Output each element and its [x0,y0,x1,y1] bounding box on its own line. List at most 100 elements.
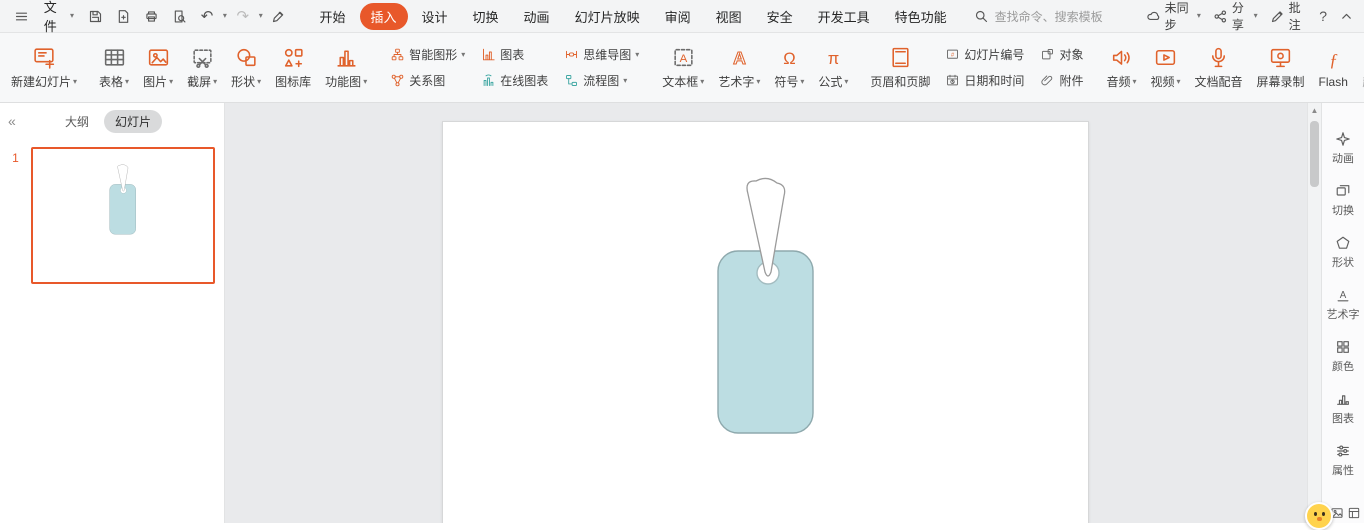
screen-record-button[interactable]: 屏幕录制 [1250,35,1312,100]
screenshot-icon [190,45,215,70]
flash-button[interactable]: ƒ Flash [1312,35,1355,100]
tag-shape-drawing[interactable] [443,122,1090,523]
audio-button[interactable]: 音频▾ [1099,35,1143,100]
format-painter-icon[interactable] [267,4,291,28]
sliders-icon [1335,443,1351,459]
icon-library-button[interactable]: 图标库 [268,35,318,100]
tab-developer-tools[interactable]: 开发工具 [807,3,881,30]
hamburger-menu-icon[interactable] [10,4,34,28]
object-icon [1040,47,1055,62]
share-button[interactable]: 分享 ▾ [1213,0,1258,33]
attachment-button[interactable]: 附件 [1037,71,1086,90]
picture-button[interactable]: 图片▾ [136,35,180,100]
chevron-up-icon [1339,9,1354,24]
sync-status-button[interactable]: 未同步 ▾ [1146,0,1201,33]
command-search-input[interactable]: 查找命令、搜索模板 [974,8,1142,25]
sidebar-item-color[interactable]: 颜色 [1332,339,1354,374]
editor-canvas[interactable]: ▲ [225,103,1321,523]
sidebar-item-transition[interactable]: 切换 [1332,183,1354,218]
mascot-eye [1322,512,1325,516]
screenshot-button[interactable]: 截屏▾ [180,35,224,100]
ribbon-column: 对象 附件 [1032,35,1091,100]
text-box-button[interactable]: A 文本框▾ [655,35,711,100]
doc-dubbing-button[interactable]: 文档配音 [1188,35,1250,100]
chevron-down-icon: ▾ [73,78,77,86]
text-box-icon: A [671,45,696,70]
assistant-mascot-button[interactable] [1305,502,1333,530]
main-area: « 大纲 幻灯片 1 ▲ 动画 [0,103,1364,523]
tab-design[interactable]: 设计 [411,3,459,30]
comment-button[interactable]: 批注 [1270,0,1308,33]
tab-slideshow[interactable]: 幻灯片放映 [564,3,651,30]
object-button[interactable]: 对象 [1037,45,1086,64]
tab-insert[interactable]: 插入 [360,3,408,30]
export-pdf-button[interactable] [112,4,136,28]
sidebar-item-properties[interactable]: 属性 [1332,443,1354,478]
wordart-letter-icon: A [1335,287,1351,303]
sidebar-item-animation[interactable]: 动画 [1332,131,1354,166]
slide-number-button[interactable]: # 幻灯片编号 [942,45,1027,64]
svg-text:A: A [679,53,687,65]
collapse-ribbon-button[interactable] [1339,9,1354,24]
tab-special-features[interactable]: 特色功能 [884,3,958,30]
titlebar-right: 未同步 ▾ 分享 ▾ 批注 ? [1146,0,1354,33]
sidebar-item-chart[interactable]: 图表 [1332,391,1354,426]
smart-graphics-button[interactable]: 智能图形 ▾ [387,45,468,64]
undo-button[interactable]: ↶ [195,4,219,28]
slide-number-icon: # [945,47,960,62]
chevron-down-icon: ▾ [1254,12,1258,20]
svg-text:A: A [1340,290,1347,301]
redo-button[interactable]: ↷ [231,4,255,28]
tab-transition[interactable]: 切换 [462,3,510,30]
slide-thumbnail[interactable] [31,147,215,284]
function-diagram-icon [334,45,359,70]
sidebar-item-shape[interactable]: 形状 [1332,235,1354,270]
redo-dropdown-caret-icon[interactable]: ▾ [259,12,263,20]
chevron-down-icon: ▾ [700,78,704,86]
formula-button[interactable]: π 公式▾ [811,35,855,100]
sidebar-item-wordart[interactable]: A 艺术字 [1327,287,1360,322]
shapes-button[interactable]: 形状▾ [224,35,268,100]
datetime-button[interactable]: 日期和时间 [942,71,1027,90]
tab-outline[interactable]: 大纲 [54,110,100,133]
tab-animation[interactable]: 动画 [513,3,561,30]
chart-button[interactable]: 图表 [478,45,551,64]
scrollbar-thumb[interactable] [1310,121,1319,187]
formula-icon: π [821,45,846,70]
help-button[interactable]: ? [1319,8,1327,24]
scroll-up-icon[interactable]: ▲ [1311,106,1319,115]
video-button[interactable]: 视频▾ [1143,35,1187,100]
vertical-scrollbar[interactable]: ▲ [1307,103,1321,523]
video-icon [1153,45,1178,70]
tab-slides[interactable]: 幻灯片 [104,110,162,133]
tab-view[interactable]: 视图 [705,3,753,30]
relation-diagram-button[interactable]: 关系图 [387,71,468,90]
undo-dropdown-caret-icon[interactable]: ▾ [223,12,227,20]
collapse-panel-icon[interactable]: « [8,113,30,129]
save-button[interactable] [84,4,108,28]
table-button[interactable]: 表格▾ [92,35,136,100]
online-chart-button[interactable]: 在线图表 [478,71,551,90]
header-footer-button[interactable]: 页眉和页脚 [863,35,937,100]
corner-template-icon[interactable] [1347,506,1361,520]
mind-map-icon [564,47,579,62]
file-menu[interactable]: 文件 ▾ [38,0,80,35]
chevron-down-icon: ▾ [1132,78,1136,86]
word-art-icon: A [727,45,752,70]
print-button[interactable] [140,4,164,28]
tab-start[interactable]: 开始 [308,3,356,30]
new-slide-button[interactable]: 新建幻灯片▾ [4,35,84,100]
tab-review[interactable]: 审阅 [654,3,702,30]
word-art-button[interactable]: A 艺术字▾ [711,35,767,100]
mind-map-button[interactable]: 思维导图 ▾ [561,45,642,64]
audio-icon [1109,45,1134,70]
function-diagram-button[interactable]: 功能图▾ [318,35,374,100]
symbol-button[interactable]: Ω 符号▾ [767,35,811,100]
symbol-icon: Ω [777,45,802,70]
flowchart-button[interactable]: 流程图 ▾ [561,71,642,90]
tab-security[interactable]: 安全 [756,3,804,30]
calendar-clock-icon [945,73,960,88]
ribbon-column: # 幻灯片编号 日期和时间 [937,35,1032,100]
slide-page[interactable] [442,121,1089,523]
print-preview-button[interactable] [167,4,191,28]
